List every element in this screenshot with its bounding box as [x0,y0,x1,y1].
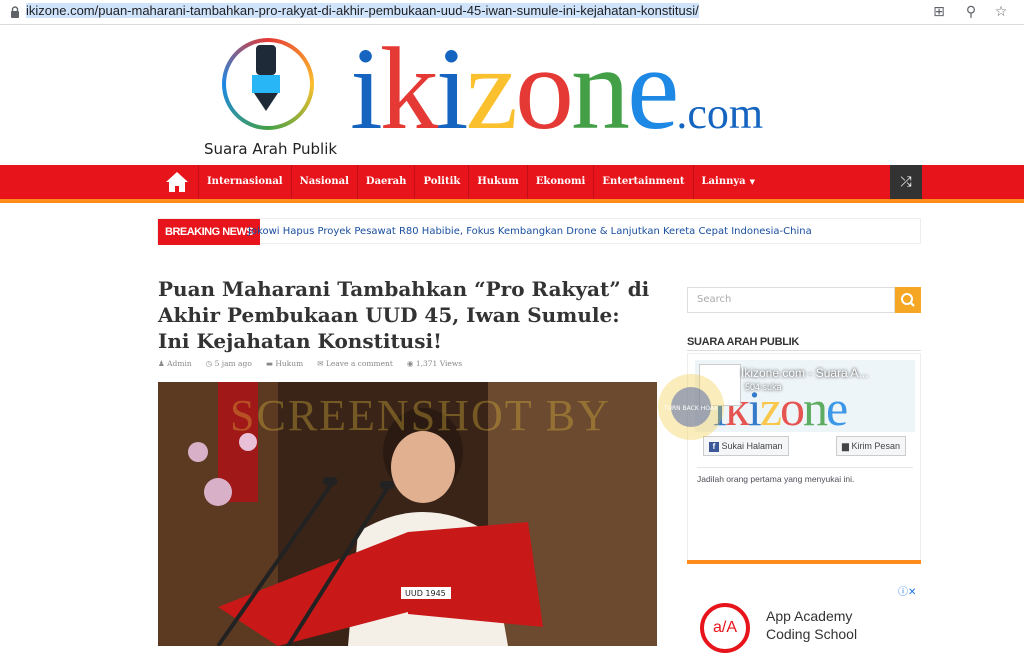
url-text[interactable]: ikizone.com/puan-maharani-tambahkan-pro-… [26,3,699,18]
zoom-icon[interactable]: ⚲ [962,3,980,21]
microphone-icon [252,45,280,111]
facebook-page-card[interactable]: ikizone Ikizone.com - Suara A... 504 suk… [695,360,915,432]
folder-icon: ▬ [265,359,276,368]
sidebar-title-divider [687,350,921,351]
eye-icon: ◉ [406,359,416,368]
breaking-news-bar: BREAKING NEWS Jokowi Hapus Proyek Pesawa… [157,218,921,245]
fb-first-like-text: Jadilah orang pertama yang menyukai ini. [697,467,913,484]
search-icon [901,293,915,307]
nav-item-lainnya[interactable]: Lainnya ▼ [692,165,764,199]
lock-icon [11,6,19,18]
turn-back-hoax-badge: TURN BACK HOAX [658,374,724,440]
search-form: Search [687,287,921,313]
meta-time: ◷ 5 jam ago [205,359,252,368]
clock-icon: ◷ [205,359,215,368]
random-article-button[interactable]: ⤮ [890,165,922,199]
nav-item-daerah[interactable]: Daerah [356,165,415,199]
user-icon: ♟ [158,359,168,368]
sidebar-widget-title: SUARA ARAH PUBLIK [687,336,800,348]
fb-send-message-button[interactable]: ▆ Kirim Pesan [836,436,906,456]
article-meta: ♟ Admin ◷ 5 jam ago ▬ Hukum ✉ Leave a co… [158,359,462,368]
brand-letters: i [350,23,383,154]
nav-item-nasional[interactable]: Nasional [290,165,357,199]
breaking-news-link[interactable]: Jokowi Hapus Proyek Pesawat R80 Habibie,… [248,226,812,237]
chevron-down-icon: ▼ [749,177,756,186]
nav-item-hukum[interactable]: Hukum [468,165,527,199]
main-nav: Internasional Nasional Daerah Politik Hu… [0,165,1024,199]
photo-document-label: UUD 1945 [405,589,446,598]
ad-line1: App Academy [766,608,853,624]
brand-suffix: .com [676,89,764,138]
nav-item-ekonomi[interactable]: Ekonomi [526,165,594,199]
nav-item-politik[interactable]: Politik [414,165,468,199]
ad-text[interactable]: App Academy Coding School [766,607,857,643]
svg-text:TURN BACK HOAX: TURN BACK HOAX [663,405,718,412]
home-icon[interactable] [158,165,196,199]
site-tagline: Suara Arah Publik [204,140,338,158]
search-button[interactable] [895,287,921,313]
comment-icon: ✉ [317,359,326,368]
meta-views: ◉ 1,371 Views [406,359,463,368]
nav-item-internasional[interactable]: Internasional [198,165,291,199]
nav-accent-border [0,199,1024,203]
article-title: Puan Maharani Tambahkan “Pro Rakyat” di … [158,277,650,353]
browser-address-bar[interactable]: ikizone.com/puan-maharani-tambahkan-pro-… [0,0,1024,25]
ad-line2: Coding School [766,626,858,642]
messenger-icon: ▆ [842,441,849,451]
meta-author[interactable]: ♟ Admin [158,359,192,368]
nav-menu: Internasional Nasional Daerah Politik Hu… [198,165,763,199]
bookmark-star-icon[interactable]: ☆ [992,3,1010,21]
translate-icon[interactable]: ⊞ [930,3,948,21]
breaking-news-label: BREAKING NEWS [158,219,261,245]
meta-comments[interactable]: ✉ Leave a comment [317,359,393,368]
sidebar-widget-accent [687,560,921,564]
search-input[interactable]: Search [687,287,895,313]
meta-category[interactable]: ▬ Hukum [266,359,303,368]
fb-page-name[interactable]: Ikizone.com - Suara A... [741,366,868,380]
nav-item-entertainment[interactable]: Entertainment [593,165,692,199]
fb-page-likes: 504 suka [745,382,782,392]
ad-choices-icon[interactable]: ⓘ✕ [898,583,916,598]
screenshot-watermark: SCREENSHOT BY [230,391,611,440]
site-logo[interactable]: ikizone.com [350,30,763,173]
shuffle-icon: ⤮ [900,174,912,190]
